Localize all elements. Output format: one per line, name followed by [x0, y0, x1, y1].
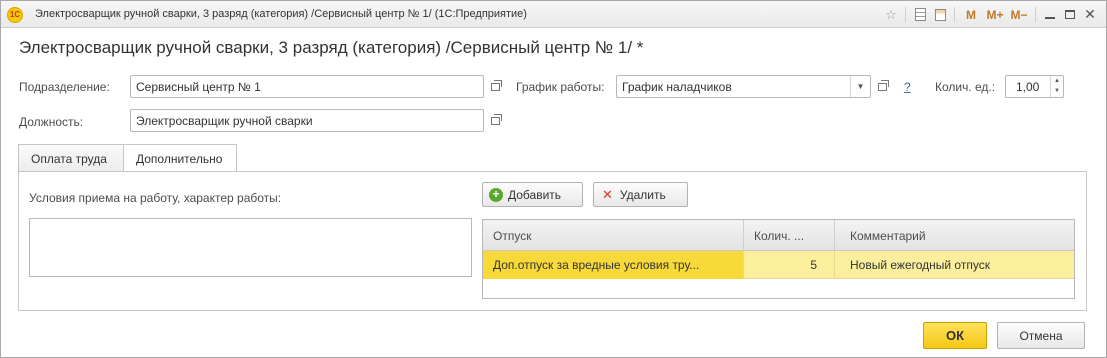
- form-window: 1С Электросварщик ручной сварки, 3 разря…: [0, 0, 1107, 358]
- quantity-value: 1,00: [1016, 80, 1040, 94]
- quantity-stepper[interactable]: 1,00 ▲ ▼: [1005, 75, 1064, 98]
- cell-quantity[interactable]: 5: [744, 251, 835, 279]
- cell-comment[interactable]: Новый ежегодный отпуск: [835, 251, 1074, 279]
- position-value: Электросварщик ручной сварки: [136, 114, 313, 128]
- schedule-open-button[interactable]: [872, 75, 892, 98]
- schedule-label: График работы:: [516, 80, 605, 94]
- 1c-logo-icon: 1С: [7, 7, 23, 23]
- open-icon: [490, 79, 502, 91]
- title-bar: 1С Электросварщик ручной сварки, 3 разря…: [1, 1, 1106, 28]
- calendar-icon[interactable]: [930, 5, 950, 24]
- spin-up-icon[interactable]: ▲: [1051, 76, 1063, 86]
- table-row[interactable]: Доп.отпуск за вредные условия тру... 5 Н…: [483, 251, 1074, 279]
- ok-button[interactable]: ОК: [923, 322, 987, 349]
- add-icon: +: [489, 187, 503, 202]
- column-header-vacation[interactable]: Отпуск: [483, 220, 744, 251]
- conditions-label: Условия приема на работу, характер работ…: [29, 191, 282, 205]
- quantity-label: Колич. ед.:: [935, 80, 996, 94]
- subdivision-value: Сервисный центр № 1: [136, 80, 261, 94]
- memory-button[interactable]: M: [959, 5, 983, 24]
- title-bar-controls: ☆ M M+ M− ✕: [881, 5, 1100, 24]
- schedule-value: График наладчиков: [622, 80, 732, 94]
- schedule-dropdown-button[interactable]: ▼: [850, 76, 870, 97]
- minimize-button[interactable]: [1040, 5, 1060, 24]
- cancel-button[interactable]: Отмена: [997, 322, 1085, 349]
- memory-plus-button[interactable]: M+: [983, 5, 1007, 24]
- chevron-down-icon: ▼: [856, 82, 865, 91]
- conditions-textarea[interactable]: [29, 218, 472, 277]
- spin-down-icon[interactable]: ▼: [1051, 86, 1063, 96]
- subdivision-open-button[interactable]: [485, 75, 505, 98]
- favorite-star-icon[interactable]: ☆: [881, 5, 901, 24]
- delete-button-label: Удалить: [619, 187, 666, 202]
- minimize-icon: [1045, 16, 1055, 19]
- delete-button[interactable]: ✕ Удалить: [593, 182, 688, 207]
- toolbar-divider: [1035, 7, 1036, 22]
- table-header: Отпуск Колич. ... Комментарий: [483, 220, 1074, 251]
- tab-payment[interactable]: Оплата труда: [18, 144, 124, 172]
- help-link[interactable]: ?: [904, 80, 911, 94]
- subdivision-label: Подразделение:: [19, 80, 110, 94]
- toolbar-divider: [905, 7, 906, 22]
- open-icon: [877, 79, 889, 91]
- column-header-comment[interactable]: Комментарий: [835, 220, 1074, 251]
- form-heading: Электросварщик ручной сварки, 3 разряд (…: [19, 38, 644, 57]
- open-icon: [490, 113, 502, 125]
- maximize-button[interactable]: [1060, 5, 1080, 24]
- memory-minus-button[interactable]: M−: [1007, 5, 1031, 24]
- position-label: Должность:: [19, 115, 84, 129]
- maximize-icon: [1065, 10, 1075, 19]
- calculator-icon[interactable]: [910, 5, 930, 24]
- position-open-button[interactable]: [485, 109, 505, 132]
- cell-vacation[interactable]: Доп.отпуск за вредные условия тру...: [483, 251, 744, 279]
- close-button[interactable]: ✕: [1080, 5, 1100, 24]
- close-icon: ✕: [1084, 6, 1096, 22]
- quantity-spin-buttons[interactable]: ▲ ▼: [1050, 76, 1063, 97]
- position-field[interactable]: Электросварщик ручной сварки: [130, 109, 484, 132]
- add-button[interactable]: + Добавить: [482, 182, 583, 207]
- vacations-table[interactable]: Отпуск Колич. ... Комментарий Доп.отпуск…: [482, 219, 1075, 299]
- subdivision-field[interactable]: Сервисный центр № 1: [130, 75, 484, 98]
- column-header-quantity[interactable]: Колич. ...: [744, 220, 835, 251]
- schedule-field[interactable]: График наладчиков ▼: [616, 75, 871, 98]
- toolbar-divider: [954, 7, 955, 22]
- window-title: Электросварщик ручной сварки, 3 разряд (…: [35, 8, 527, 20]
- add-button-label: Добавить: [508, 187, 562, 202]
- delete-icon: ✕: [602, 186, 613, 202]
- tab-additional[interactable]: Дополнительно: [123, 144, 237, 173]
